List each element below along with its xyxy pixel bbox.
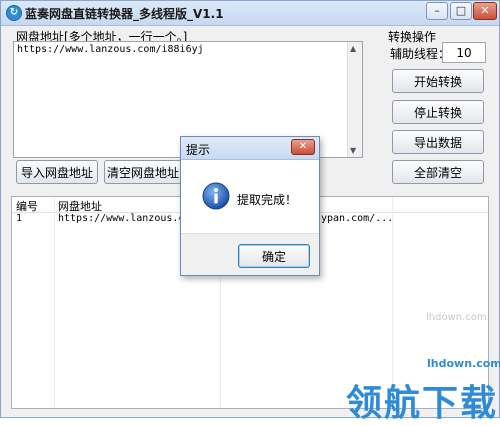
watermark-brand: 领航下载 <box>346 383 499 424</box>
watermark-url: lhdown.com <box>427 357 500 370</box>
minimize-button[interactable]: – <box>426 2 448 20</box>
app-icon: ↻ <box>6 5 22 21</box>
scroll-up-icon[interactable]: ▲ <box>350 44 356 53</box>
clear-urls-button[interactable]: 清空网盘地址 <box>104 160 182 184</box>
dialog-body: 提取完成！ <box>181 160 319 234</box>
start-convert-button[interactable]: 开始转换 <box>392 69 484 93</box>
dialog-footer: 确定 <box>181 233 319 275</box>
info-icon <box>202 182 230 210</box>
dialog-title-bar[interactable]: 提示 ✕ <box>181 137 319 160</box>
thread-label: 辅助线程： <box>390 47 451 61</box>
row-no: 1 <box>16 213 23 224</box>
dialog-close-button[interactable]: ✕ <box>291 139 315 155</box>
column-divider <box>54 197 55 408</box>
maximize-button[interactable]: □ <box>450 2 472 20</box>
minimize-icon: – <box>434 4 440 17</box>
column-header-no[interactable]: 编号 <box>16 198 38 214</box>
thread-count-input[interactable] <box>442 42 486 63</box>
close-button[interactable]: ✕ <box>473 2 497 20</box>
close-icon: ✕ <box>480 4 490 17</box>
window-title: 蓝奏网盘直链转换器_多线程版_V1.1 <box>25 7 224 21</box>
export-data-button[interactable]: 导出数据 <box>392 130 484 154</box>
import-urls-button[interactable]: 导入网盘地址 <box>16 160 98 184</box>
close-icon: ✕ <box>298 141 308 152</box>
message-dialog: 提示 ✕ 提取完成！ 确定 <box>180 136 320 276</box>
dialog-title: 提示 <box>186 143 211 157</box>
main-window: ↻ 蓝奏网盘直链转换器_多线程版_V1.1 – □ ✕ 网盘地址[多个地址，一行… <box>0 0 500 418</box>
faint-watermark: lhdown.com <box>426 312 487 323</box>
column-header-url[interactable]: 网盘地址 <box>58 198 102 214</box>
title-bar[interactable]: ↻ 蓝奏网盘直链转换器_多线程版_V1.1 – □ ✕ <box>1 1 499 26</box>
maximize-icon: □ <box>455 4 467 17</box>
ok-button[interactable]: 确定 <box>238 244 310 268</box>
url-input-scrollbar[interactable]: ▲ ▼ <box>347 42 362 157</box>
row-result: ypan.com/... <box>321 213 394 224</box>
stop-convert-button[interactable]: 停止转换 <box>392 100 484 124</box>
dialog-message: 提取完成！ <box>237 193 298 207</box>
clear-all-button[interactable]: 全部清空 <box>392 160 484 184</box>
scroll-down-icon[interactable]: ▼ <box>350 146 356 155</box>
ops-section-label: 转换操作 <box>388 30 437 44</box>
